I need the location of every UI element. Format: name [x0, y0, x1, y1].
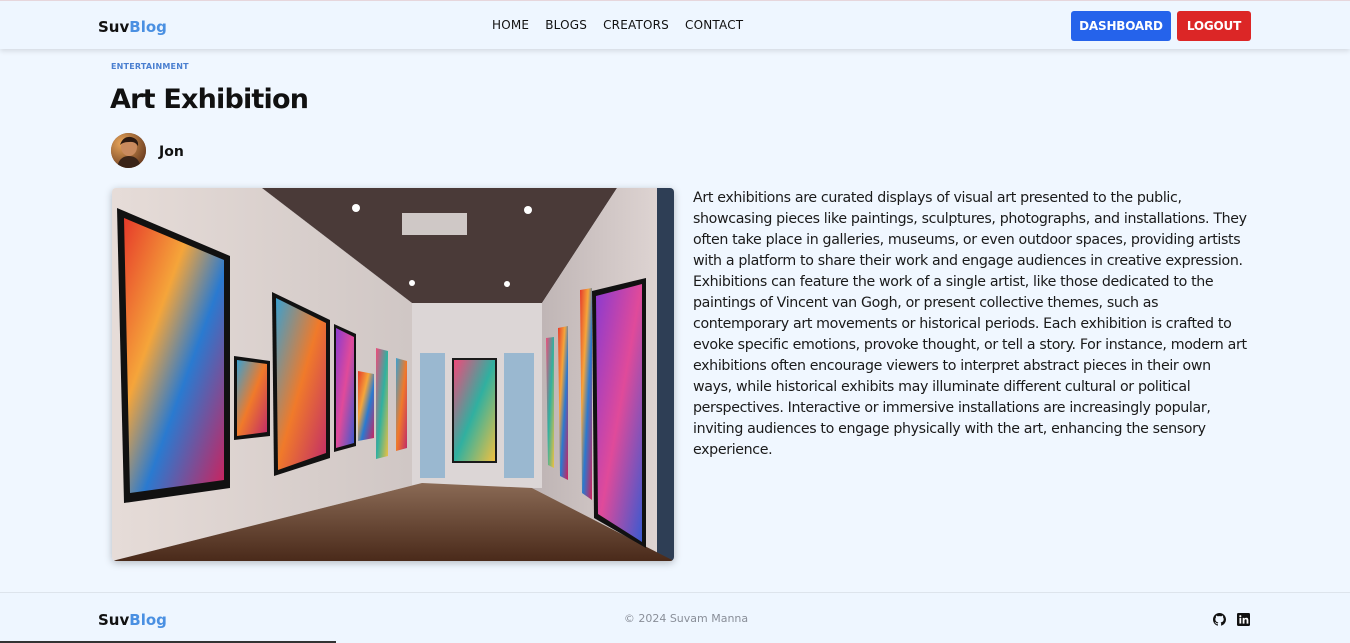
- logout-button[interactable]: LOGOUT: [1177, 11, 1251, 41]
- logo-text-suv: Suv: [98, 18, 130, 36]
- copyright-text: © 2024 Suvam Manna: [623, 612, 749, 625]
- site-logo[interactable]: SuvBlog: [98, 18, 167, 36]
- post-category: ENTERTAINMENT: [111, 62, 189, 71]
- nav-link-blogs[interactable]: BLOGS: [545, 18, 587, 32]
- post-title: Art Exhibition: [110, 84, 309, 115]
- dashboard-button[interactable]: DASHBOARD: [1071, 11, 1171, 41]
- nav-link-creators[interactable]: CREATORS: [603, 18, 669, 32]
- post-hero-image: [112, 188, 674, 561]
- main-nav: HOME BLOGS CREATORS CONTACT: [492, 18, 759, 32]
- nav-link-home[interactable]: HOME: [492, 18, 529, 32]
- nav-link-contact[interactable]: CONTACT: [685, 18, 743, 32]
- author-avatar[interactable]: [111, 133, 146, 168]
- logo-text-blog: Blog: [129, 18, 167, 36]
- footer: SuvBlog © 2024 Suvam Manna: [0, 592, 1350, 643]
- linkedin-icon[interactable]: [1237, 613, 1250, 626]
- github-icon[interactable]: [1213, 613, 1226, 626]
- author-name[interactable]: Jon: [159, 144, 184, 160]
- post-body: Art exhibitions are curated displays of …: [693, 190, 1247, 458]
- navbar: SuvBlog HOME BLOGS CREATORS CONTACT DASH…: [0, 0, 1350, 49]
